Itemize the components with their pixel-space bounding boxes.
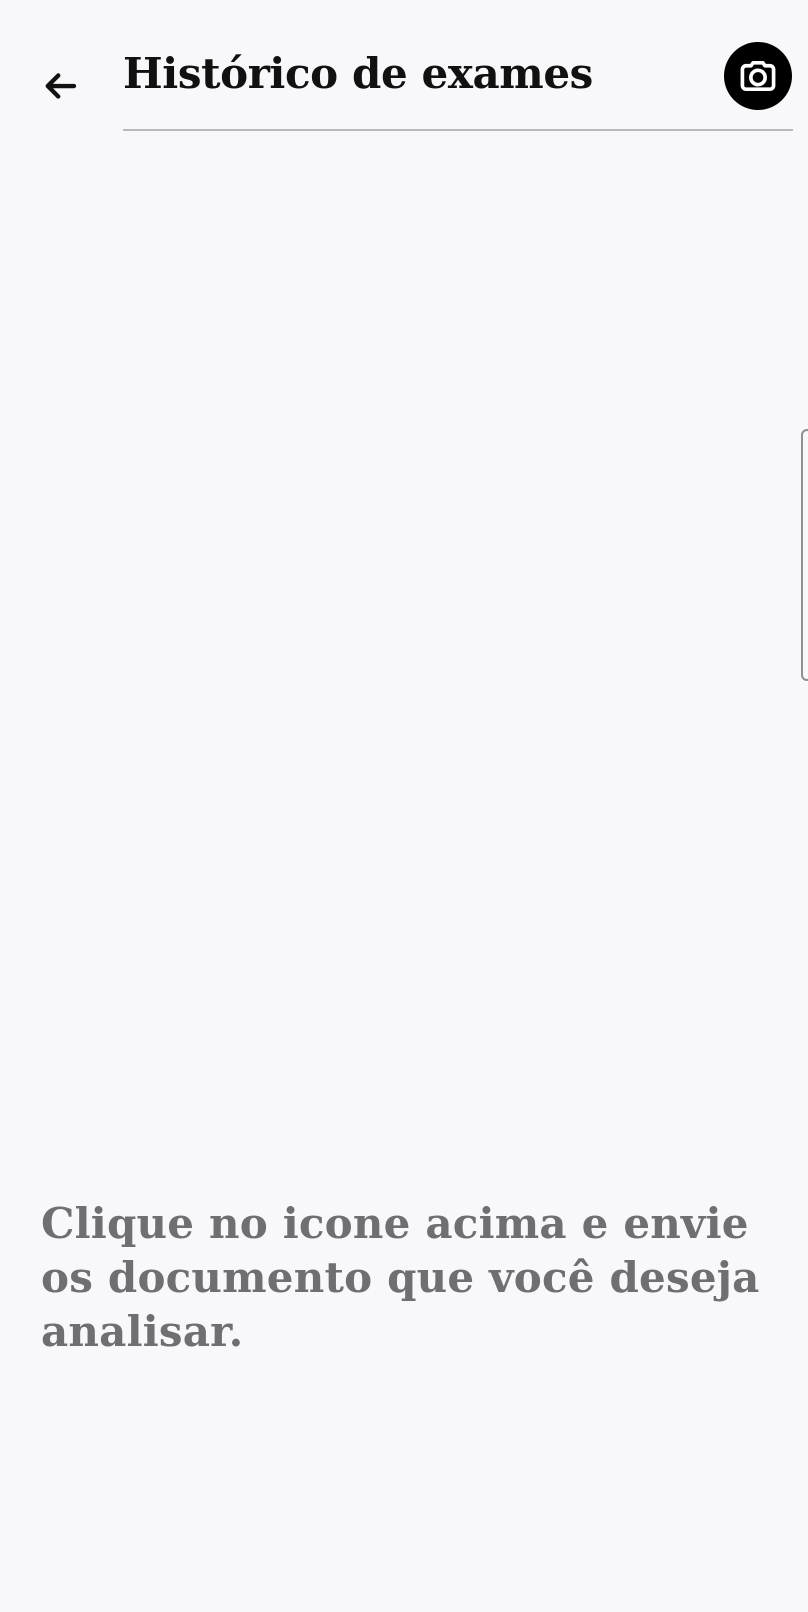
empty-state-message: Clique no icone acima e envie os documen… — [41, 1199, 760, 1356]
arrow-left-icon — [39, 65, 81, 107]
top-app-bar: Histórico de exames — [0, 0, 808, 140]
page-title: Histórico de exames — [123, 49, 593, 98]
edge-scroll-tab[interactable] — [801, 429, 808, 681]
camera-icon — [736, 54, 780, 98]
header-divider — [123, 129, 793, 131]
exam-history-content: Clique no icone acima e envie os documen… — [0, 140, 808, 1612]
back-button[interactable] — [30, 56, 90, 116]
camera-button[interactable] — [724, 42, 792, 110]
